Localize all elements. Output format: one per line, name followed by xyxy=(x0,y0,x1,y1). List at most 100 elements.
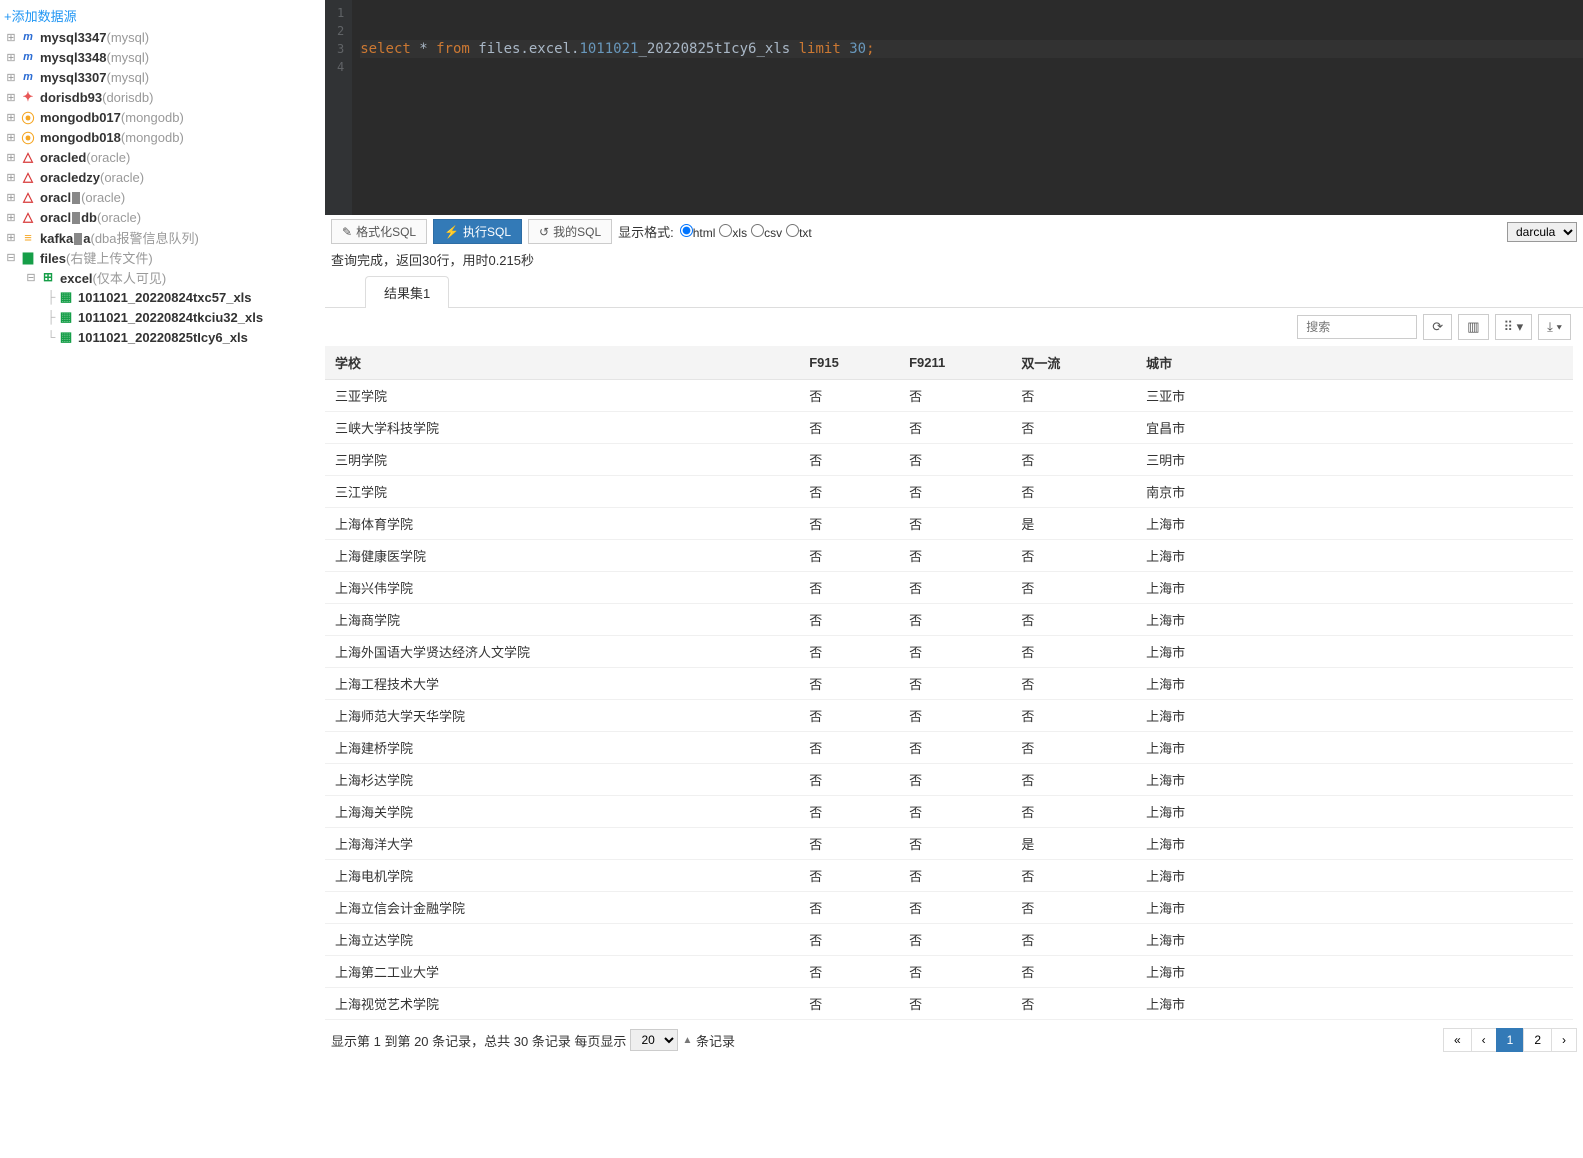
collapse-icon[interactable]: ⊟ xyxy=(4,251,18,264)
table-header-cell[interactable]: 双一流 xyxy=(1011,346,1136,380)
my-sql-button[interactable]: ↺我的SQL xyxy=(528,219,612,244)
expand-icon[interactable]: ⊞ xyxy=(4,51,18,64)
format-option-txt[interactable]: txt xyxy=(786,226,812,240)
result-tab-1[interactable]: 结果集1 xyxy=(365,276,449,308)
expand-icon[interactable]: ⊞ xyxy=(4,71,18,84)
table-cell: 上海市 xyxy=(1136,700,1573,732)
table-row[interactable]: 上海工程技术大学否否否上海市 xyxy=(325,668,1573,700)
table-row[interactable]: 上海外国语大学贤达经济人文学院否否否上海市 xyxy=(325,636,1573,668)
tree-node-label: mysql3348(mysql) xyxy=(40,50,149,65)
sql-editor[interactable]: 1234 select * from files.excel.1011021_2… xyxy=(325,0,1583,215)
format-option-html[interactable]: html xyxy=(680,226,716,240)
editor-code[interactable]: select * from files.excel.1011021_202208… xyxy=(352,0,1583,215)
table-cell: 否 xyxy=(1011,540,1136,572)
export-button[interactable]: ⤓ ▾ xyxy=(1538,314,1571,340)
expand-icon[interactable]: ⊞ xyxy=(4,231,18,244)
search-input[interactable] xyxy=(1297,315,1417,339)
collapse-icon[interactable]: ⊟ xyxy=(24,271,38,284)
folder-icon: ▆ xyxy=(20,249,36,265)
tree-node-kafka[interactable]: ⊞ ≡ kafkaa(dba报警信息队列) xyxy=(0,227,325,247)
theme-select[interactable]: darcula xyxy=(1507,222,1577,242)
expand-icon[interactable]: ⊞ xyxy=(4,91,18,104)
execute-sql-button[interactable]: ⚡执行SQL xyxy=(433,219,522,244)
table-row[interactable]: 上海电机学院否否否上海市 xyxy=(325,860,1573,892)
table-row[interactable]: 上海商学院否否否上海市 xyxy=(325,604,1573,636)
table-cell: 上海立信会计金融学院 xyxy=(325,892,799,924)
mysql-icon: m xyxy=(20,49,36,65)
table-row[interactable]: 三明学院否否否三明市 xyxy=(325,444,1573,476)
table-cell: 否 xyxy=(799,764,899,796)
tree-node-mongodb017[interactable]: ⊞ ⦿ mongodb017(mongodb) xyxy=(0,107,325,127)
table-row[interactable]: 上海兴伟学院否否否上海市 xyxy=(325,572,1573,604)
tree-file[interactable]: └ ▦ 1011021_20220825tIcy6_xls xyxy=(0,327,325,347)
table-row[interactable]: 上海体育学院否否是上海市 xyxy=(325,508,1573,540)
expand-icon[interactable]: ⊞ xyxy=(4,211,18,224)
pager-button[interactable]: › xyxy=(1551,1028,1577,1052)
format-radio-html[interactable] xyxy=(680,224,693,237)
tree-node-oracl[interactable]: ⊞ △ oracl(oracle) xyxy=(0,187,325,207)
table-header-cell[interactable]: 学校 xyxy=(325,346,799,380)
table-row[interactable]: 上海第二工业大学否否否上海市 xyxy=(325,956,1573,988)
format-radio-txt[interactable] xyxy=(786,224,799,237)
tree-node-oracle[interactable]: ⊞ △ oracled(oracle) xyxy=(0,147,325,167)
table-cell: 否 xyxy=(1011,988,1136,1020)
expand-icon[interactable]: ⊞ xyxy=(4,171,18,184)
page-size-select[interactable]: 20 xyxy=(630,1029,678,1051)
tree-node-oracle[interactable]: ⊞ △ oracledzy(oracle) xyxy=(0,167,325,187)
table-cell: 否 xyxy=(799,476,899,508)
tree-node-dorisdb93[interactable]: ⊞ ✦ dorisdb93(dorisdb) xyxy=(0,87,325,107)
tree-file-label: 1011021_20220825tIcy6_xls xyxy=(78,330,248,345)
format-radio-xls[interactable] xyxy=(719,224,732,237)
expand-icon[interactable]: ⊞ xyxy=(4,111,18,124)
table-row[interactable]: 上海海洋大学否否是上海市 xyxy=(325,828,1573,860)
tree-node-files[interactable]: ⊟ ▆ files(右键上传文件) xyxy=(0,247,325,267)
pager-button[interactable]: 2 xyxy=(1523,1028,1552,1052)
toggle-layout-button[interactable]: ▥ xyxy=(1458,314,1488,340)
tree-file[interactable]: ├ ▦ 1011021_20220824txc57_xls xyxy=(0,287,325,307)
table-row[interactable]: 三峡大学科技学院否否否宜昌市 xyxy=(325,412,1573,444)
expand-icon[interactable]: ⊞ xyxy=(4,151,18,164)
tree-node-excel[interactable]: ⊟ ⊞ excel(仅本人可见) xyxy=(0,267,325,287)
table-cell: 否 xyxy=(1011,636,1136,668)
refresh-button[interactable]: ⟳ xyxy=(1423,314,1452,340)
table-row[interactable]: 上海立达学院否否否上海市 xyxy=(325,924,1573,956)
table-row[interactable]: 上海立信会计金融学院否否否上海市 xyxy=(325,892,1573,924)
tree-node-mysql3348[interactable]: ⊞ m mysql3348(mysql) xyxy=(0,47,325,67)
table-row[interactable]: 三亚学院否否否三亚市 xyxy=(325,380,1573,412)
table-row[interactable]: 上海建桥学院否否否上海市 xyxy=(325,732,1573,764)
table-row[interactable]: 上海视觉艺术学院否否否上海市 xyxy=(325,988,1573,1020)
table-cell: 上海兴伟学院 xyxy=(325,572,799,604)
tree-file[interactable]: ├ ▦ 1011021_20220824tkciu32_xls xyxy=(0,307,325,327)
table-cell: 否 xyxy=(799,636,899,668)
tree-node-mysql3347[interactable]: ⊞ m mysql3347(mysql) xyxy=(0,27,325,47)
table-row[interactable]: 三江学院否否否南京市 xyxy=(325,476,1573,508)
tree-node-mysql3307[interactable]: ⊞ m mysql3307(mysql) xyxy=(0,67,325,87)
pager-button[interactable]: « xyxy=(1443,1028,1472,1052)
tree-node-mongodb018[interactable]: ⊞ ⦿ mongodb018(mongodb) xyxy=(0,127,325,147)
table-row[interactable]: 上海师范大学天华学院否否否上海市 xyxy=(325,700,1573,732)
columns-button[interactable]: ⠿ ▾ xyxy=(1495,314,1533,340)
pager-button[interactable]: 1 xyxy=(1496,1028,1525,1052)
table-row[interactable]: 上海海关学院否否否上海市 xyxy=(325,796,1573,828)
bolt-icon: ⚡ xyxy=(444,225,459,239)
table-row[interactable]: 上海健康医学院否否否上海市 xyxy=(325,540,1573,572)
table-cell: 否 xyxy=(899,540,1011,572)
pager-button[interactable]: ‹ xyxy=(1471,1028,1497,1052)
expand-icon[interactable]: ⊞ xyxy=(4,31,18,44)
format-option-xls[interactable]: xls xyxy=(719,226,747,240)
add-datasource-link[interactable]: +添加数据源 xyxy=(0,4,325,27)
table-cell: 否 xyxy=(1011,892,1136,924)
table-header-cell[interactable]: F9211 xyxy=(899,346,1011,380)
table-header-cell[interactable]: 城市 xyxy=(1136,346,1573,380)
tree-node-label: mysql3307(mysql) xyxy=(40,70,149,85)
expand-icon[interactable]: ⊞ xyxy=(4,191,18,204)
tree-node-oracl[interactable]: ⊞ △ oracldb(oracle) xyxy=(0,207,325,227)
format-option-csv[interactable]: csv xyxy=(751,226,782,240)
format-radio-csv[interactable] xyxy=(751,224,764,237)
expand-icon[interactable]: ⊞ xyxy=(4,131,18,144)
table-cell: 否 xyxy=(1011,604,1136,636)
format-sql-button[interactable]: ✎格式化SQL xyxy=(331,219,427,244)
mongo-icon: ⦿ xyxy=(20,129,36,145)
table-row[interactable]: 上海杉达学院否否否上海市 xyxy=(325,764,1573,796)
table-header-cell[interactable]: F915 xyxy=(799,346,899,380)
